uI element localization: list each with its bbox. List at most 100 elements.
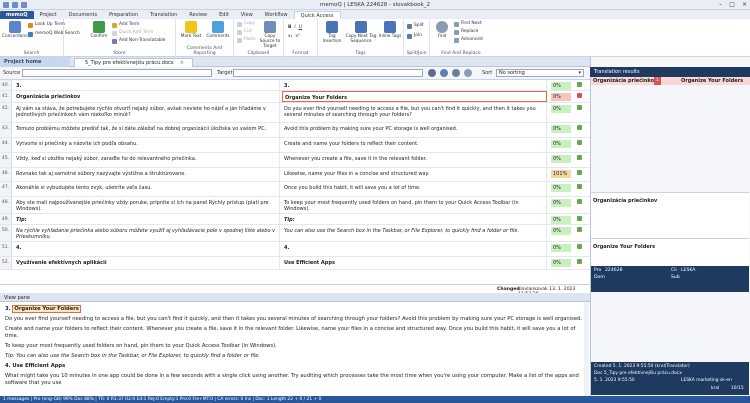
segment-row[interactable]: 51. 4. 4. 0% [0, 242, 590, 257]
segment-row[interactable]: 45. Vždy, keď si uložíte nejaký súbor, za… [0, 153, 590, 168]
match-percent-cell: 0% [549, 138, 573, 152]
segment-row[interactable]: 50. Na rýchle vyhľadanie priečinka alebo … [0, 225, 590, 242]
search-icon[interactable] [452, 69, 460, 77]
segment-row[interactable]: 48. Aby ste mali najpoužívanejšie priečin… [0, 197, 590, 214]
match-percentage-badge: 1 [654, 77, 661, 85]
tag-insertion-button[interactable]: Tag Insertion [320, 21, 344, 44]
ribbon-group-store: Confirm Add Term Quick Add Term Add Non-… [64, 19, 176, 57]
segment-row[interactable]: 46. Rovnako tak aj samotné súbory nazývaj… [0, 168, 590, 182]
target-filter-input[interactable] [233, 69, 423, 77]
target-cell[interactable]: You can also use the Search box in the T… [282, 225, 547, 241]
current-segment-highlight[interactable]: Organize Your Folders [12, 305, 81, 313]
find-next-button[interactable]: Find Next [454, 21, 482, 27]
copy-source-to-target-button[interactable]: Copy Source to Target [258, 21, 282, 49]
look-up-term-button[interactable]: Look Up Term [28, 22, 65, 28]
close-tab-icon[interactable]: × [180, 60, 184, 66]
advanced-button[interactable]: Advanced [454, 37, 483, 43]
view-pane-scrollbar[interactable] [584, 302, 589, 396]
target-cell[interactable]: Avoid this problem by making sure your P… [282, 123, 547, 137]
ribbon-group-find-replace: Find Find Next Replace Advanced Find And… [430, 19, 492, 57]
add-term-button[interactable]: Add Term [112, 22, 140, 28]
superscript-icon[interactable]: x² [295, 34, 299, 40]
sort-select[interactable]: No sorting ▾ [496, 69, 584, 77]
target-cell[interactable]: Organize Your Folders [282, 91, 547, 102]
ribbon-tabs: memoQ Project Documents Preparation Tran… [0, 10, 750, 19]
segment-row[interactable]: 41. Organizácia priečinkov Organize Your F… [0, 91, 590, 103]
tab-translation[interactable]: Translation [144, 11, 183, 19]
tab-quick-access[interactable]: Quick Access [293, 11, 341, 19]
source-cell: Využívanie efektívnych aplikácií [14, 257, 280, 269]
inline-tags-button[interactable]: Inline Tags [378, 21, 402, 39]
replace-button[interactable]: Replace [454, 29, 478, 35]
marker-icon [185, 21, 197, 33]
italic-icon[interactable]: I [294, 25, 295, 31]
view-heading: 4. Use Efficient Apps [5, 363, 66, 369]
maximize-icon[interactable]: □ [729, 1, 735, 8]
paste-button[interactable]: Paste [237, 37, 256, 43]
tm-match-row[interactable]: Organizácia priečinkov 1 Organize Your F… [591, 77, 750, 85]
status-icon [577, 184, 582, 189]
segment-number: 46. [0, 168, 12, 181]
segment-row[interactable]: 42. Aj vám sa stáva, že potrebujete rýchl… [0, 103, 590, 123]
tab-documents[interactable]: Documents [63, 11, 104, 19]
tab-edit[interactable]: Edit [213, 11, 235, 19]
target-cell[interactable]: Likewise, name your files in a concise a… [282, 168, 547, 181]
segment-row[interactable]: 52. Využívanie efektívnych aplikácií Use E… [0, 257, 590, 270]
bold-icon[interactable]: B [288, 25, 291, 31]
segment-row[interactable]: 43. Tomuto problému môžete predísť tak, ž… [0, 123, 590, 138]
underline-icon[interactable]: U [299, 25, 302, 31]
add-non-translatable-button[interactable]: Add Non-Translatable [112, 38, 165, 44]
filter-settings-icon[interactable] [428, 69, 436, 77]
join-button[interactable]: Join [407, 33, 422, 39]
target-cell[interactable]: 4. [282, 242, 547, 256]
tab-workflow[interactable]: Workflow [259, 11, 294, 19]
copy-button[interactable]: Copy [237, 21, 255, 27]
project-home-tab[interactable]: Project home [0, 57, 70, 67]
confirm-button[interactable]: Confirm [88, 21, 110, 39]
segment-row[interactable]: 44. Vytvorte si priečinky a názvite ich p… [0, 138, 590, 153]
document-tab[interactable]: 5_Tipy pre efektívnejšiu prácu.docx × [74, 58, 193, 67]
subscript-icon[interactable]: x₂ [288, 34, 292, 40]
target-cell[interactable]: Once you build this habit, it will save … [282, 182, 547, 196]
view-pane-header: View pane [0, 293, 590, 302]
split-button[interactable]: Split [407, 23, 424, 29]
segment-row[interactable]: 40. 3. 3. 0% [0, 80, 590, 91]
clear-filter-icon[interactable] [464, 69, 472, 77]
cut-button[interactable]: Cut [237, 29, 252, 35]
source-filter-input[interactable] [22, 69, 212, 77]
status-icon [577, 93, 582, 98]
tab-view[interactable]: View [235, 11, 259, 19]
segment-row[interactable]: 49. Tip: Tip: 0% [0, 214, 590, 225]
ribbon-group-comments: Mark Text Comments Comments And Reportin… [176, 19, 234, 57]
tab-memoq[interactable]: memoQ [0, 11, 34, 19]
concordance-button[interactable]: Concordance [2, 21, 30, 39]
source-cell: Aby ste mali najpoužívanejšie priečinky … [14, 197, 280, 213]
match-percent-cell: 0% [549, 182, 573, 196]
quick-add-term-button[interactable]: Quick Add Term [112, 30, 153, 36]
comments-button[interactable]: Comments [205, 21, 231, 39]
status-bar: 1 messages | Pro (eng-GB) 99% Doc 88% | … [0, 396, 750, 403]
target-cell[interactable]: Create and name your folders to reflect … [282, 138, 547, 152]
join-icon [407, 33, 412, 39]
close-icon[interactable]: × [742, 1, 747, 8]
ribbon-group-clipboard: Copy Cut Paste Copy Source to Target Cli… [234, 19, 284, 57]
target-cell[interactable]: Use Efficient Apps [282, 257, 547, 269]
filter-icon[interactable] [440, 69, 448, 77]
tab-review[interactable]: Review [183, 11, 213, 19]
tab-preparation[interactable]: Preparation [103, 11, 144, 19]
minimize-icon[interactable]: – [719, 1, 722, 8]
match-percent: 0% [551, 259, 571, 267]
target-cell[interactable]: Do you ever find yourself needing to acc… [282, 103, 547, 122]
segment-status-cell [574, 168, 590, 181]
target-cell[interactable]: Tip: [282, 214, 547, 224]
tab-project[interactable]: Project [34, 11, 63, 19]
copy-next-tag-button[interactable]: Copy Next Tag Sequence [345, 21, 377, 44]
mark-text-button[interactable]: Mark Text [178, 21, 204, 39]
segment-status-cell [574, 91, 590, 102]
find-button[interactable]: Find [432, 21, 452, 39]
segment-row[interactable]: 47. Akonáhle si vybudujete tento zvyk, uš… [0, 182, 590, 197]
target-cell[interactable]: To keep your most frequently used folder… [282, 197, 547, 213]
target-cell[interactable]: Whenever you create a file, save it in t… [282, 153, 547, 167]
segment-status-cell [574, 123, 590, 137]
target-cell[interactable]: 3. [282, 80, 547, 90]
